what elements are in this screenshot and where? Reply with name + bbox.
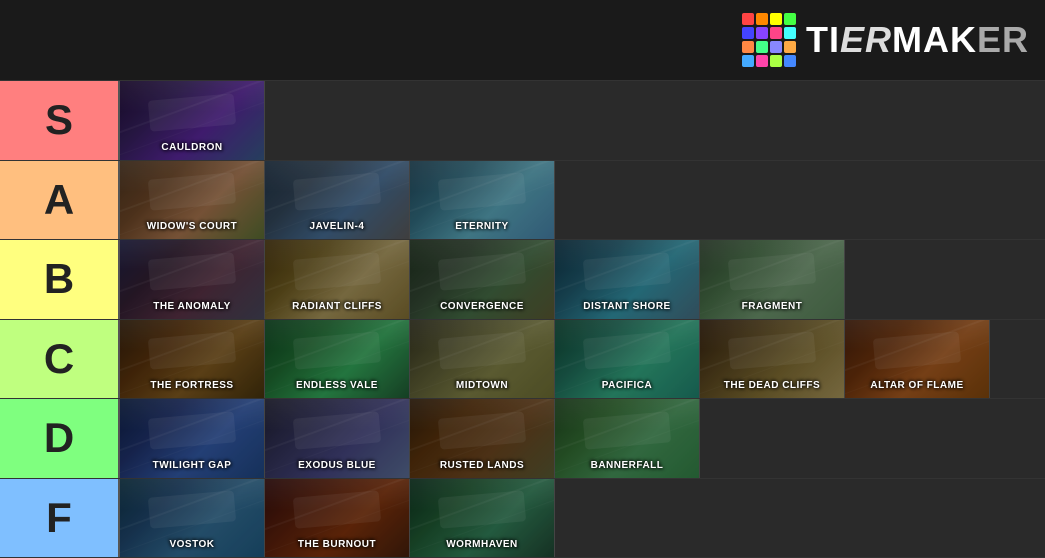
map-label-fragment: FRAGMENT: [700, 301, 844, 313]
map-item-convergence[interactable]: CONVERGENCE: [410, 240, 555, 319]
map-label-anomaly: THE ANOMALY: [120, 301, 264, 313]
logo-cell-6: [770, 27, 782, 39]
map-label-pacifica: PACIFICA: [555, 380, 699, 392]
map-item-anomaly[interactable]: THE ANOMALY: [120, 240, 265, 319]
map-label-bannerfall: BANNERFALL: [555, 460, 699, 472]
map-label-burnout: THE BURNOUT: [265, 539, 409, 551]
map-item-endless-vale[interactable]: ENDLESS VALE: [265, 320, 410, 399]
logo-cell-8: [742, 41, 754, 53]
tier-items-d: TWILIGHT GAPEXODUS BLUERUSTED LANDSBANNE…: [120, 399, 1045, 478]
map-label-eternity: ETERNITY: [410, 221, 554, 233]
tier-label-d: D: [0, 399, 120, 478]
map-label-convergence: CONVERGENCE: [410, 301, 554, 313]
map-label-altar: ALTAR OF FLAME: [845, 380, 989, 392]
map-item-altar[interactable]: ALTAR OF FLAME: [845, 320, 990, 399]
tier-items-a: WIDOW'S COURTJAVELIN-4ETERNITY: [120, 161, 1045, 240]
map-label-rusted-lands: RUSTED LANDS: [410, 460, 554, 472]
map-item-twilight-gap[interactable]: TWILIGHT GAP: [120, 399, 265, 478]
map-item-wormhaven[interactable]: WORMHAVEN: [410, 479, 555, 558]
logo-cell-3: [784, 13, 796, 25]
map-label-dead-cliffs: THE DEAD CLIFFS: [700, 380, 844, 392]
map-item-cauldron[interactable]: CAULDRON: [120, 81, 265, 160]
header: TiERMAKER: [0, 0, 1045, 80]
map-label-javelin4: JAVELIN-4: [265, 221, 409, 233]
map-item-radiant-cliffs[interactable]: RADIANT CLIFFS: [265, 240, 410, 319]
map-item-widows-court[interactable]: WIDOW'S COURT: [120, 161, 265, 240]
map-item-dead-cliffs[interactable]: THE DEAD CLIFFS: [700, 320, 845, 399]
logo-cell-15: [784, 55, 796, 67]
map-item-javelin4[interactable]: JAVELIN-4: [265, 161, 410, 240]
map-label-widows-court: WIDOW'S COURT: [120, 221, 264, 233]
tiers-container: SCAULDRONAWIDOW'S COURTJAVELIN-4ETERNITY…: [0, 80, 1045, 558]
logo-cell-2: [770, 13, 782, 25]
map-label-distant-shore: DISTANT SHORE: [555, 301, 699, 313]
map-item-burnout[interactable]: THE BURNOUT: [265, 479, 410, 558]
logo-grid: [742, 13, 796, 67]
logo-text: TiERMAKER: [806, 19, 1029, 61]
tier-items-c: THE FORTRESSENDLESS VALEMIDTOWNPACIFICAT…: [120, 320, 1045, 399]
map-label-midtown: MIDTOWN: [410, 380, 554, 392]
tier-row-f: FVOSTOKTHE BURNOUTWORMHAVEN: [0, 479, 1045, 558]
map-label-radiant-cliffs: RADIANT CLIFFS: [265, 301, 409, 313]
map-item-bannerfall[interactable]: BANNERFALL: [555, 399, 700, 478]
maker-text: MAK: [892, 19, 977, 60]
map-item-rusted-lands[interactable]: RUSTED LANDS: [410, 399, 555, 478]
logo-cell-14: [770, 55, 782, 67]
logo-cell-0: [742, 13, 754, 25]
map-item-exodus-blue[interactable]: EXODUS BLUE: [265, 399, 410, 478]
map-label-wormhaven: WORMHAVEN: [410, 539, 554, 551]
map-label-vostok: VOSTOK: [120, 539, 264, 551]
tier-items-s: CAULDRON: [120, 81, 1045, 160]
logo-cell-9: [756, 41, 768, 53]
tier-list-container: TiERMAKER SCAULDRONAWIDOW'S COURTJAVELIN…: [0, 0, 1045, 558]
er-text: ER: [840, 19, 892, 60]
logo-cell-7: [784, 27, 796, 39]
map-label-cauldron: CAULDRON: [120, 142, 264, 154]
tier-row-s: SCAULDRON: [0, 81, 1045, 161]
map-item-fragment[interactable]: FRAGMENT: [700, 240, 845, 319]
logo-cell-10: [770, 41, 782, 53]
tier-row-b: BTHE ANOMALYRADIANT CLIFFSCONVERGENCEDIS…: [0, 240, 1045, 320]
logo-cell-1: [756, 13, 768, 25]
logo-cell-5: [756, 27, 768, 39]
map-label-twilight-gap: TWILIGHT GAP: [120, 460, 264, 472]
map-item-eternity[interactable]: ETERNITY: [410, 161, 555, 240]
tiermaker-logo: TiERMAKER: [742, 13, 1029, 67]
map-item-distant-shore[interactable]: DISTANT SHORE: [555, 240, 700, 319]
map-label-endless-vale: ENDLESS VALE: [265, 380, 409, 392]
tier-label-f: F: [0, 479, 120, 558]
tier-label-b: B: [0, 240, 120, 319]
map-item-midtown[interactable]: MIDTOWN: [410, 320, 555, 399]
tier-row-d: DTWILIGHT GAPEXODUS BLUERUSTED LANDSBANN…: [0, 399, 1045, 479]
logo-cell-13: [756, 55, 768, 67]
tier-row-c: CTHE FORTRESSENDLESS VALEMIDTOWNPACIFICA…: [0, 320, 1045, 400]
logo-cell-4: [742, 27, 754, 39]
tier-label-a: A: [0, 161, 120, 240]
tier-items-b: THE ANOMALYRADIANT CLIFFSCONVERGENCEDIST…: [120, 240, 1045, 319]
tier-label-c: C: [0, 320, 120, 399]
logo-cell-11: [784, 41, 796, 53]
tier-label-s: S: [0, 81, 120, 160]
map-label-fortress: THE FORTRESS: [120, 380, 264, 392]
map-item-fortress[interactable]: THE FORTRESS: [120, 320, 265, 399]
map-item-pacifica[interactable]: PACIFICA: [555, 320, 700, 399]
tier-row-a: AWIDOW'S COURTJAVELIN-4ETERNITY: [0, 161, 1045, 241]
logo-cell-12: [742, 55, 754, 67]
map-item-vostok[interactable]: VOSTOK: [120, 479, 265, 558]
tier-text: Ti: [806, 19, 840, 60]
map-label-exodus-blue: EXODUS BLUE: [265, 460, 409, 472]
er2-text: ER: [977, 19, 1029, 60]
tier-items-f: VOSTOKTHE BURNOUTWORMHAVEN: [120, 479, 1045, 558]
